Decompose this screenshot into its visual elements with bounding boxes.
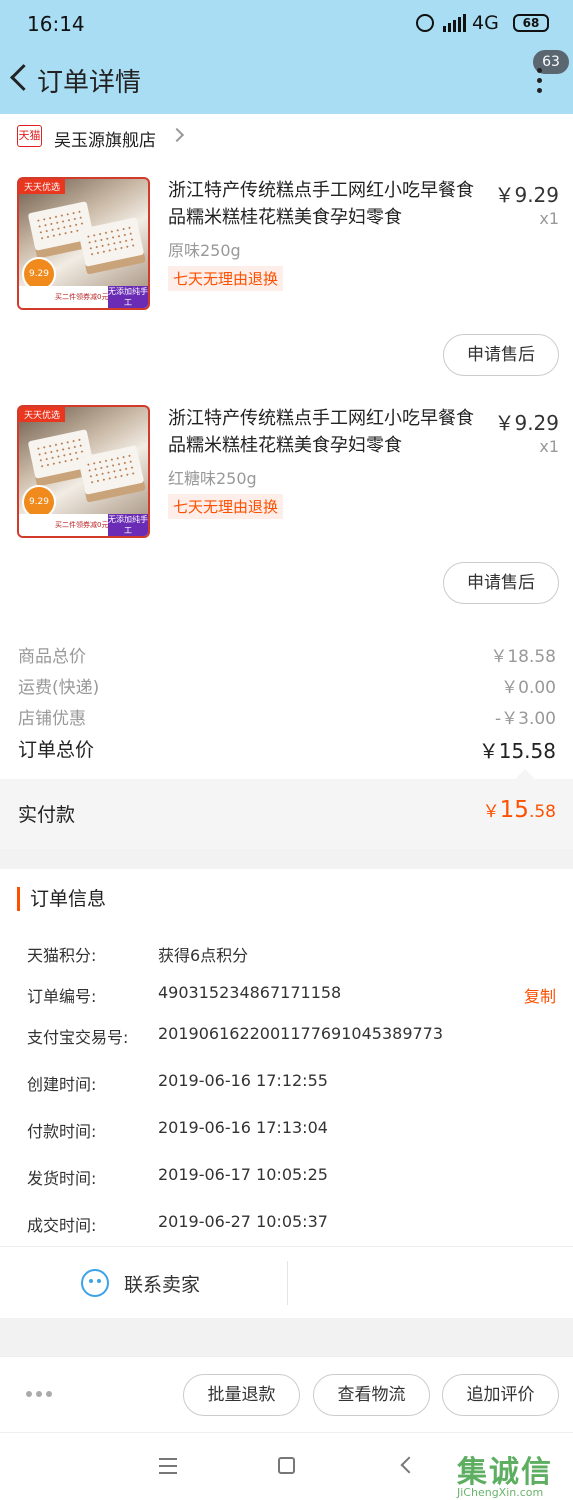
after-sale-button[interactable]: 申请售后 — [443, 334, 559, 376]
info-value: 2019-06-16 17:13:04 — [158, 1118, 328, 1137]
thumb-note: 买二件领券减0元 — [55, 293, 109, 301]
page-title: 订单详情 — [37, 68, 142, 98]
watermark-url: JiChengXin.com — [457, 1486, 544, 1499]
customer-service-icon[interactable] — [81, 1269, 109, 1297]
info-row: 订单编号: 490315234867171158 复制 — [0, 979, 573, 1007]
info-value: 2019-06-16 17:12:55 — [158, 1071, 328, 1090]
paid-amount-row: 实付款 ￥15.58 — [0, 769, 573, 849]
contact-seller-bar: 联系卖家 — [0, 1246, 573, 1318]
order-total-value: ￥15.58 — [478, 739, 556, 763]
contact-seller-button[interactable]: 联系卖家 — [124, 1270, 200, 1297]
watermark-logo: 集诚信 JiChengXin.com — [455, 1447, 571, 1499]
batch-refund-button[interactable]: 批量退款 — [183, 1374, 300, 1416]
more-actions-icon[interactable] — [26, 1391, 52, 1397]
thumb-tag: 天天优选 — [19, 407, 66, 422]
goods-total-value: ￥18.58 — [490, 647, 556, 667]
thumb-badge: 无添加纯手工 — [108, 514, 148, 536]
more-options-icon[interactable] — [528, 68, 550, 94]
watermark-text: 集诚信 — [457, 1455, 553, 1490]
info-key: 付款时间: — [27, 1122, 97, 1141]
product-image[interactable]: 天天优选 9.29 买二件领券减0元 无添加纯手工 — [17, 177, 150, 310]
back-icon[interactable] — [400, 1456, 418, 1474]
tmall-icon: 天猫 — [17, 125, 42, 147]
alarm-icon — [416, 14, 434, 32]
section-divider — [0, 849, 573, 869]
info-row: 天猫积分: 获得6点积分 — [0, 938, 573, 966]
product-spec: 原味250g — [168, 241, 241, 260]
paid-label: 实付款 — [18, 804, 76, 826]
signal-icon — [443, 14, 467, 32]
info-row: 创建时间: 2019-06-16 17:12:55 — [0, 1067, 573, 1095]
info-row: 成交时间: 2019-06-27 10:05:37 — [0, 1208, 573, 1236]
product-image[interactable]: 天天优选 9.29 买二件领券减0元 无添加纯手工 — [17, 405, 150, 538]
product-price: ￥9.29 — [494, 411, 559, 435]
bottom-action-bar: 批量退款 查看物流 追加评价 — [0, 1356, 573, 1432]
shipping-label: 运费(快递) — [18, 678, 100, 698]
info-value: 2019061622001177691045389773 — [158, 1024, 444, 1043]
product-spec: 红糖味250g — [168, 469, 257, 488]
back-button[interactable] — [6, 60, 32, 96]
info-row: 支付宝交易号: 2019061622001177691045389773 — [0, 1020, 573, 1048]
info-key: 订单编号: — [27, 987, 97, 1006]
view-logistics-button[interactable]: 查看物流 — [313, 1374, 430, 1416]
shipping-value: ￥0.00 — [501, 678, 556, 698]
top-bar: 16:14 4G 68 订单详情 63 — [0, 0, 573, 114]
copy-order-number-button[interactable]: 复制 — [524, 983, 556, 1007]
info-key: 发货时间: — [27, 1169, 97, 1188]
discount-row: 店铺优惠 -￥3.00 — [0, 700, 573, 730]
product-quantity: x1 — [539, 209, 559, 228]
paid-currency: ￥ — [482, 802, 500, 822]
info-key: 支付宝交易号: — [27, 1028, 129, 1047]
discount-value: -￥3.00 — [495, 709, 556, 729]
shipping-row: 运费(快递) ￥0.00 — [0, 669, 573, 699]
info-value: 2019-06-17 10:05:25 — [158, 1165, 328, 1184]
info-row: 发货时间: 2019-06-17 10:05:25 — [0, 1161, 573, 1189]
return-policy-tag: 七天无理由退换 — [168, 494, 284, 519]
info-value: 获得6点积分 — [158, 946, 249, 965]
product-title[interactable]: 浙江特产传统糕点手工网红小吃早餐食品糯米糕桂花糕美食孕妇零食 — [168, 405, 486, 459]
thumb-note: 买二件领券减0元 — [55, 521, 109, 529]
return-policy-tag: 七天无理由退换 — [168, 266, 284, 291]
product-title[interactable]: 浙江特产传统糕点手工网红小吃早餐食品糯米糕桂花糕美食孕妇零食 — [168, 177, 486, 231]
battery-icon: 68 — [513, 14, 549, 32]
caret-up-icon — [515, 769, 535, 779]
info-value: 490315234867171158 — [158, 983, 342, 1002]
goods-total-label: 商品总价 — [18, 647, 86, 667]
menu-icon[interactable] — [159, 1458, 177, 1474]
paid-value: ￥15.58 — [483, 797, 556, 823]
order-total-row: 订单总价 ￥15.58 — [0, 733, 573, 763]
order-total-label: 订单总价 — [18, 739, 95, 761]
section-divider — [0, 1318, 573, 1356]
goods-total-row: 商品总价 ￥18.58 — [0, 638, 573, 668]
info-key: 创建时间: — [27, 1075, 97, 1094]
product-price: ￥9.29 — [494, 183, 559, 207]
status-bar: 16:14 4G 68 — [0, 0, 573, 48]
order-item[interactable]: 天天优选 9.29 买二件领券减0元 无添加纯手工 浙江特产传统糕点手工网红小吃… — [0, 177, 573, 405]
discount-label: 店铺优惠 — [18, 709, 86, 729]
home-icon[interactable] — [278, 1457, 295, 1474]
shop-name: 吴玉源旗舰店 — [54, 131, 156, 151]
status-time: 16:14 — [27, 12, 85, 36]
thumb-tag: 天天优选 — [19, 179, 66, 194]
add-review-button[interactable]: 追加评价 — [442, 1374, 559, 1416]
info-value: 2019-06-27 10:05:37 — [158, 1212, 328, 1231]
paid-integer: 15 — [499, 797, 529, 823]
paid-decimal: .58 — [528, 802, 556, 822]
after-sale-button[interactable]: 申请售后 — [443, 562, 559, 604]
thumb-badge: 无添加纯手工 — [108, 286, 148, 308]
header: 订单详情 63 — [0, 48, 573, 114]
order-info-title: 订单信息 — [17, 887, 106, 911]
shop-row[interactable]: 天猫 吴玉源旗舰店 — [0, 114, 573, 160]
info-row: 付款时间: 2019-06-16 17:13:04 — [0, 1114, 573, 1142]
network-type: 4G — [472, 12, 499, 34]
divider — [287, 1261, 288, 1305]
system-navigation-bar: 集诚信 JiChengXin.com — [0, 1432, 573, 1500]
info-key: 天猫积分: — [27, 946, 97, 965]
chevron-right-icon — [169, 127, 185, 143]
order-item[interactable]: 天天优选 9.29 买二件领券减0元 无添加纯手工 浙江特产传统糕点手工网红小吃… — [0, 405, 573, 633]
thumb-strip: 买二件领券减0元 无添加纯手工 — [19, 514, 148, 536]
info-key: 成交时间: — [27, 1216, 97, 1235]
product-quantity: x1 — [539, 437, 559, 456]
thumb-strip: 买二件领券减0元 无添加纯手工 — [19, 286, 148, 308]
